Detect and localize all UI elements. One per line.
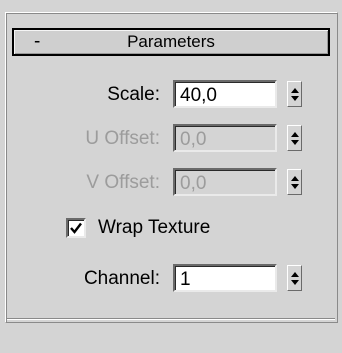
- wrap-texture-label[interactable]: Wrap Texture: [98, 217, 210, 239]
- channel-row: Channel: 1: [0, 264, 342, 292]
- wrap-texture-row: Wrap Texture: [66, 216, 210, 240]
- rollout-title: Parameters: [127, 32, 215, 51]
- v-offset-row: V Offset: 0,0: [0, 168, 342, 196]
- scale-row: Scale: 40,0: [0, 80, 342, 108]
- panel-bottom-divider: [7, 318, 335, 320]
- u-offset-spinner-icon[interactable]: [287, 125, 302, 151]
- u-offset-input[interactable]: 0,0: [173, 124, 277, 152]
- v-offset-input[interactable]: 0,0: [173, 168, 277, 196]
- u-offset-row: U Offset: 0,0: [0, 124, 342, 152]
- spinner-up-arrow-icon[interactable]: [290, 87, 299, 93]
- v-offset-spinner-icon[interactable]: [287, 169, 302, 195]
- channel-spinner-icon[interactable]: [287, 265, 302, 291]
- u-offset-label: U Offset:: [85, 128, 160, 149]
- spinner-up-arrow-icon[interactable]: [290, 271, 299, 277]
- spinner-down-arrow-icon[interactable]: [290, 95, 299, 101]
- channel-label: Channel:: [83, 268, 160, 289]
- spinner-down-arrow-icon[interactable]: [290, 139, 299, 145]
- spinner-down-arrow-icon[interactable]: [290, 183, 299, 189]
- rollout-header-parameters[interactable]: - Parameters: [12, 28, 330, 56]
- wrap-texture-checkbox[interactable]: [66, 218, 86, 238]
- scale-label: Scale:: [107, 84, 160, 105]
- spinner-down-arrow-icon[interactable]: [290, 279, 299, 285]
- scale-spinner-icon[interactable]: [287, 81, 302, 107]
- checkmark-icon: [70, 222, 82, 234]
- spinner-up-arrow-icon[interactable]: [290, 131, 299, 137]
- channel-input[interactable]: 1: [173, 264, 277, 292]
- spinner-up-arrow-icon[interactable]: [290, 175, 299, 181]
- v-offset-label: V Offset:: [86, 172, 160, 193]
- scale-input[interactable]: 40,0: [173, 80, 277, 108]
